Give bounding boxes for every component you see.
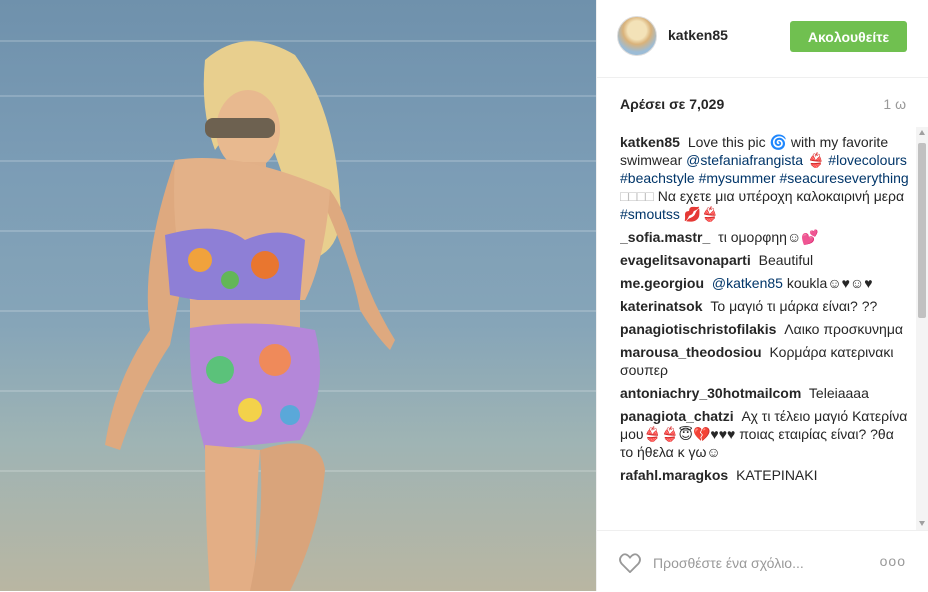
comment-item: evagelitsavonaparti Beautiful bbox=[620, 251, 910, 269]
comment-item: rafahl.maragkos ΚΑΤΕΡΙΝΑΚΙ bbox=[620, 466, 910, 484]
avatar[interactable] bbox=[617, 16, 657, 56]
sunglasses-icon bbox=[205, 118, 275, 138]
post-header: katken85 Ακολουθείτε bbox=[597, 0, 928, 78]
post-time[interactable]: 1 ω bbox=[883, 96, 906, 112]
caption-username[interactable]: katken85 bbox=[620, 134, 680, 150]
comment-text: τι ομορφηη☺💕 bbox=[718, 229, 819, 245]
comment-username[interactable]: katerinatsok bbox=[620, 298, 702, 314]
comment-item: panagiotischristofilakis Λαικο προσκυνημ… bbox=[620, 320, 910, 338]
comment-item: _sofia.mastr_ τι ομορφηη☺💕 bbox=[620, 228, 910, 246]
post-username[interactable]: katken85 bbox=[668, 27, 728, 43]
comment-item: antoniachry_30hotmailcom Teleiaaaa bbox=[620, 384, 910, 402]
caption-hashtag-2[interactable]: #smoutss bbox=[620, 206, 680, 222]
likes-count[interactable]: Αρέσει σε 7,029 bbox=[620, 96, 724, 112]
comment-username[interactable]: _sofia.mastr_ bbox=[620, 229, 710, 245]
comments-list[interactable]: katken85 Love this pic 🌀 with my favorit… bbox=[620, 133, 910, 529]
comment-item: katerinatsok Το μαγιό τι μάρκα είναι? ?? bbox=[620, 297, 910, 315]
caption-mention[interactable]: @stefaniafrangista bbox=[686, 152, 803, 168]
caption-boxes: □□□□ bbox=[620, 188, 654, 204]
comment-username[interactable]: marousa_theodosiou bbox=[620, 344, 762, 360]
comment-text: koukla☺♥☺♥ bbox=[786, 275, 873, 291]
comment-username[interactable]: antoniachry_30hotmailcom bbox=[620, 385, 801, 401]
comment-item: panagiota_chatzi Αχ τι τέλειο μαγιό Κατε… bbox=[620, 407, 910, 461]
photo-figure bbox=[105, 41, 395, 591]
more-options-icon[interactable]: ooo bbox=[880, 553, 906, 569]
scrollbar-thumb[interactable] bbox=[918, 143, 926, 318]
comment-mention[interactable]: @katken85 bbox=[712, 275, 783, 291]
caption-emoji-2: 💋👙 bbox=[683, 206, 719, 222]
comment-username[interactable]: rafahl.maragkos bbox=[620, 467, 728, 483]
comment-username[interactable]: panagiota_chatzi bbox=[620, 408, 734, 424]
scroll-down-arrow-icon[interactable] bbox=[919, 521, 925, 526]
caption: katken85 Love this pic 🌀 with my favorit… bbox=[620, 133, 910, 223]
comment-text: ΚΑΤΕΡΙΝΑΚΙ bbox=[736, 467, 818, 483]
comment-footer: Προσθέστε ένα σχόλιο... ooo bbox=[597, 530, 928, 592]
caption-emoji: 👙 bbox=[806, 152, 825, 168]
post-photo[interactable] bbox=[0, 0, 596, 591]
comment-item: me.georgiou @katken85 koukla☺♥☺♥ bbox=[620, 274, 910, 292]
post-side-panel: katken85 Ακολουθείτε Αρέσει σε 7,029 1 ω… bbox=[596, 0, 928, 591]
add-comment-input[interactable]: Προσθέστε ένα σχόλιο... bbox=[653, 555, 804, 571]
caption-text-2: Να εχετε μια υπέροχη καλοκαιρινή μερα bbox=[657, 188, 905, 204]
comments-scrollbar[interactable] bbox=[916, 127, 928, 530]
comment-text: Beautiful bbox=[758, 252, 814, 268]
comment-text: Teleiaaaa bbox=[808, 385, 869, 401]
comment-username[interactable]: evagelitsavonaparti bbox=[620, 252, 751, 268]
comment-username[interactable]: panagiotischristofilakis bbox=[620, 321, 776, 337]
scroll-up-arrow-icon[interactable] bbox=[919, 130, 925, 135]
comment-username[interactable]: me.georgiou bbox=[620, 275, 704, 291]
comment-item: marousa_theodosiou Κορμάρα κατερινακι σο… bbox=[620, 343, 910, 379]
comment-text: Το μαγιό τι μάρκα είναι? ?? bbox=[710, 298, 878, 314]
comment-text: Λαικο προσκυνημα bbox=[784, 321, 903, 337]
follow-button[interactable]: Ακολουθείτε bbox=[790, 21, 907, 52]
heart-outline-icon[interactable] bbox=[619, 553, 641, 573]
